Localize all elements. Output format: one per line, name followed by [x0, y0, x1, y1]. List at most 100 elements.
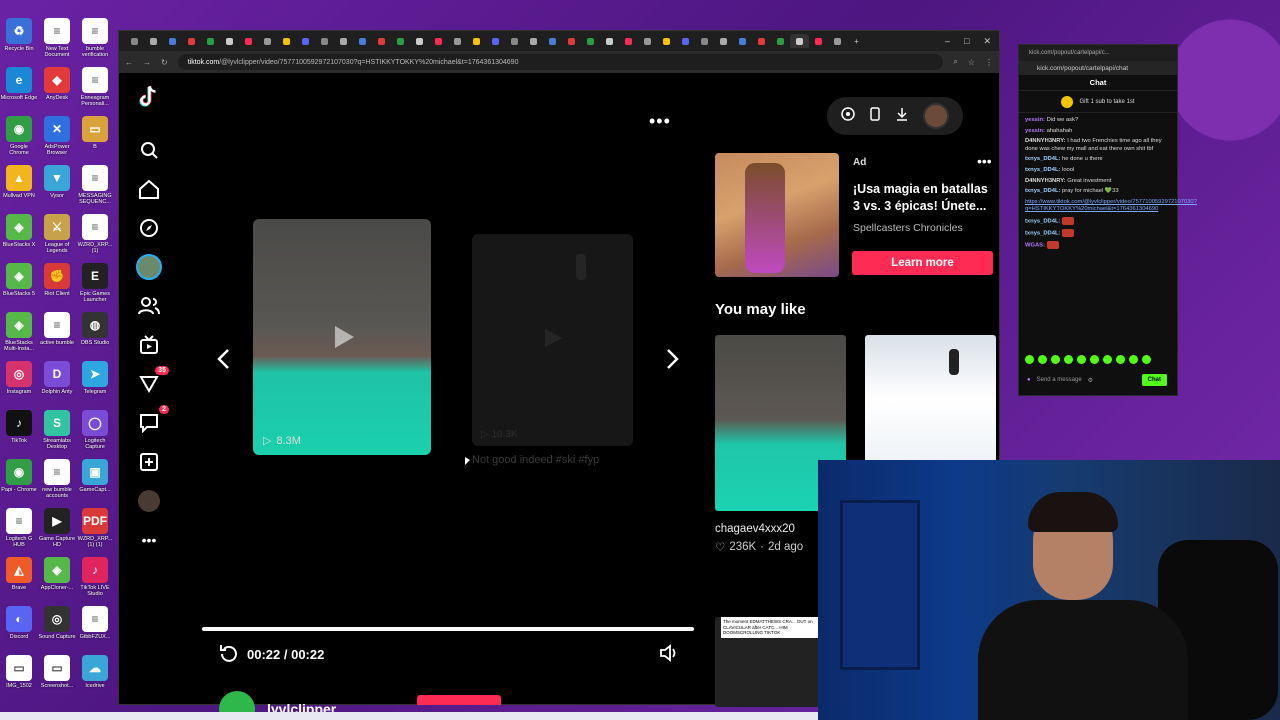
- ad-title[interactable]: ¡Usa magia en batallas 3 vs. 3 épicas! Ú…: [853, 181, 997, 215]
- browser-tab[interactable]: [543, 34, 562, 48]
- desktop-icon[interactable]: ◈ AppCloner-...: [38, 557, 76, 606]
- browser-tab[interactable]: [619, 34, 638, 48]
- emote-icon[interactable]: [1116, 355, 1125, 364]
- desktop-icon[interactable]: ≡ Logitech G HUB: [0, 508, 38, 557]
- chat-username[interactable]: txnys_DD4L:: [1025, 167, 1062, 173]
- browser-tab[interactable]: [657, 34, 676, 48]
- desktop-icon[interactable]: e Microsoft Edge: [0, 67, 38, 116]
- desktop-icon[interactable]: ≡ bumble verification: [76, 18, 114, 67]
- next-arrow-icon[interactable]: [663, 345, 683, 373]
- browser-tab[interactable]: [429, 34, 448, 48]
- desktop-icon[interactable]: S Streamlabs Desktop: [38, 410, 76, 459]
- friends-icon[interactable]: [135, 292, 163, 320]
- url-field[interactable]: tiktok.com/@lyvlclipper/video/7577100592…: [177, 54, 944, 70]
- ad-brand[interactable]: Spellcasters Chronicles: [853, 222, 963, 234]
- desktop-icon[interactable]: ◉ Google Chrome: [0, 116, 38, 165]
- mic-icon[interactable]: ●: [1027, 377, 1031, 383]
- desktop-icon[interactable]: ➤ Telegram: [76, 361, 114, 410]
- chat-username[interactable]: yessin:: [1025, 128, 1047, 134]
- browser-tab[interactable]: [334, 34, 353, 48]
- desktop-icon[interactable]: ◍ OBS Studio: [76, 312, 114, 361]
- desktop-icon[interactable]: ◈ BlueStacks 5: [0, 263, 38, 312]
- emote-icon[interactable]: [1025, 355, 1034, 364]
- browser-tab[interactable]: [714, 34, 733, 48]
- desktop-icon[interactable]: ♻ Recycle Bin: [0, 18, 38, 67]
- account-avatar[interactable]: [923, 103, 950, 129]
- browser-tab[interactable]: [125, 34, 144, 48]
- gift-sub-banner[interactable]: Gift 1 sub to take 1st: [1019, 91, 1177, 113]
- chat-username[interactable]: txnys_DD4L:: [1025, 231, 1062, 237]
- browser-tab[interactable]: [258, 34, 277, 48]
- coins-icon[interactable]: [841, 106, 855, 126]
- chat-username[interactable]: txnys_DD4L:: [1025, 218, 1062, 224]
- chat-link[interactable]: https://www.tiktok.com/@lyvlclipper/vide…: [1025, 199, 1197, 213]
- reload-icon[interactable]: ↻: [161, 58, 168, 67]
- download-icon[interactable]: [896, 107, 908, 126]
- desktop-icon[interactable]: ◎ Instagram: [0, 361, 38, 410]
- chat-username[interactable]: txnys_DD4L:: [1025, 156, 1062, 162]
- desktop-icon[interactable]: ♪ TikTok: [0, 410, 38, 459]
- browser-tab[interactable]: [144, 34, 163, 48]
- recommended-video-3[interactable]: The moment EDMATTHEWS CRA... OUT on CLAV…: [715, 617, 827, 707]
- browser-tab[interactable]: [828, 34, 847, 48]
- back-icon[interactable]: ←: [125, 58, 133, 67]
- desktop-icon[interactable]: ≡ WZRD_XRP... (1): [76, 214, 114, 263]
- desktop-icon[interactable]: ◐ Discord: [0, 606, 38, 655]
- play-icon[interactable]: [329, 323, 357, 351]
- desktop-icon[interactable]: ≡ New Text Document: [38, 18, 76, 67]
- desktop-icon[interactable]: ◯ Logitech Capture: [76, 410, 114, 459]
- chat-username[interactable]: yessin:: [1025, 117, 1047, 123]
- settings-icon[interactable]: ⚙: [1088, 377, 1093, 384]
- emote-icon[interactable]: [1090, 355, 1099, 364]
- desktop-icon[interactable]: ◉ Papi - Chrome: [0, 459, 38, 508]
- desktop-icon[interactable]: ▭ Screenshot...: [38, 655, 76, 704]
- desktop-icon[interactable]: ✕ AdsPower Browser: [38, 116, 76, 165]
- previous-arrow-icon[interactable]: [213, 345, 233, 373]
- desktop-icon[interactable]: ▶ Game Capture HD: [38, 508, 76, 557]
- desktop-icon[interactable]: ▲ Mullvad VPN: [0, 165, 38, 214]
- browser-tab[interactable]: [391, 34, 410, 48]
- learn-more-button[interactable]: Learn more: [852, 251, 993, 275]
- close-icon[interactable]: ✕: [983, 36, 991, 47]
- desktop-icon[interactable]: ▣ GameCapt...: [76, 459, 114, 508]
- tiktok-logo-icon[interactable]: [135, 83, 163, 111]
- desktop-icon[interactable]: D Dolphin Anty: [38, 361, 76, 410]
- menu-icon[interactable]: ⋮: [985, 58, 993, 67]
- follow-button[interactable]: [417, 695, 501, 705]
- desktop-icon[interactable]: ◆ AnyDesk: [38, 67, 76, 116]
- browser-tab[interactable]: [315, 34, 334, 48]
- upload-icon[interactable]: [135, 448, 163, 476]
- desktop-icon[interactable]: ≡ Enneagram Personali...: [76, 67, 114, 116]
- desktop-icon[interactable]: ▭ B: [76, 116, 114, 165]
- profile-avatar-icon[interactable]: [135, 487, 163, 515]
- new-tab-icon[interactable]: +: [847, 34, 866, 48]
- phone-icon[interactable]: [870, 106, 880, 126]
- chat-username[interactable]: WGAS:: [1025, 243, 1047, 249]
- browser-tab[interactable]: [505, 34, 524, 48]
- emote-icon[interactable]: [1077, 355, 1086, 364]
- desktop-icon[interactable]: ▼ Vysor: [38, 165, 76, 214]
- browser-tab[interactable]: [277, 34, 296, 48]
- chat-username[interactable]: D4NNYH3NRY:: [1025, 138, 1067, 144]
- browser-tab[interactable]: [524, 34, 543, 48]
- explore-compass-icon[interactable]: [135, 214, 163, 242]
- bookmark-icon[interactable]: ☆: [968, 58, 975, 67]
- emote-icon[interactable]: [1129, 355, 1138, 364]
- browser-tab[interactable]: [220, 34, 239, 48]
- desktop-icon[interactable]: E Epic Games Launcher: [76, 263, 114, 312]
- browser-tab[interactable]: [467, 34, 486, 48]
- more-icon[interactable]: •••: [135, 526, 163, 554]
- browser-tab[interactable]: [448, 34, 467, 48]
- browser-tab[interactable]: [752, 34, 771, 48]
- browser-tab[interactable]: [809, 34, 828, 48]
- browser-tab[interactable]: [296, 34, 315, 48]
- emote-icon[interactable]: [1038, 355, 1047, 364]
- browser-tab[interactable]: [410, 34, 429, 48]
- minimize-icon[interactable]: –: [945, 36, 950, 47]
- desktop-icon[interactable]: ♪ TikTok LIVE Studio: [76, 557, 114, 606]
- browser-tab[interactable]: [163, 34, 182, 48]
- browser-tab[interactable]: [372, 34, 391, 48]
- desktop-icon[interactable]: ≡ MESSAGING SEQUENC...: [76, 165, 114, 214]
- chat-url[interactable]: kick.com/popout/cartelpapi/chat: [1019, 61, 1177, 75]
- zoom-icon[interactable]: ⌕: [953, 57, 957, 67]
